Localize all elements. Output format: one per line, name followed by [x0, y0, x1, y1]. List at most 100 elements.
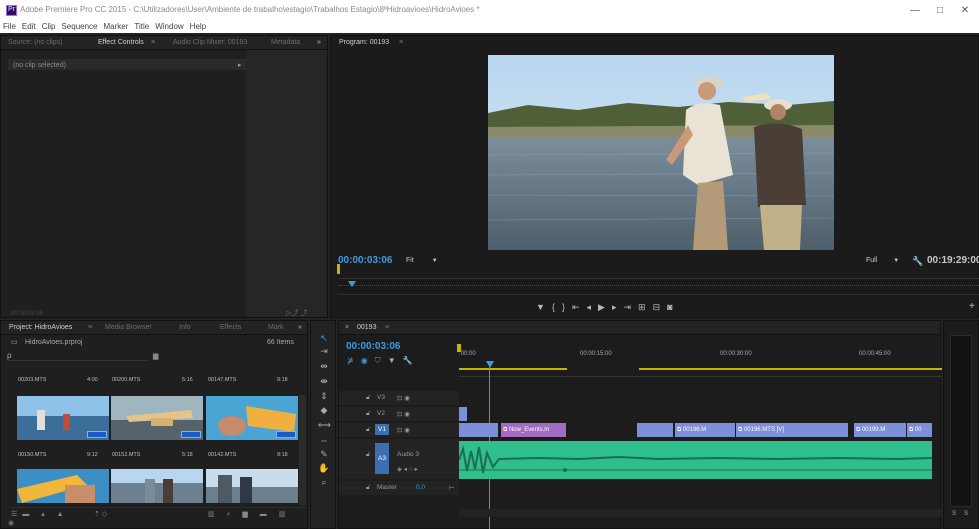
video-clip[interactable]: ⧉ 00196.M — [675, 423, 735, 437]
video-clip[interactable] — [459, 407, 467, 421]
tab-metadata[interactable]: Metadata — [271, 39, 300, 46]
tab-effect-controls[interactable]: Effect Controls — [98, 39, 144, 46]
rate-stretch-tool-icon[interactable]: ⇕ — [318, 391, 330, 402]
menu-edit[interactable]: Edit — [19, 21, 39, 33]
timeline-ruler[interactable] — [459, 337, 942, 377]
mark-in-icon[interactable]: { — [552, 302, 562, 312]
add-marker-icon[interactable]: ▼ — [536, 302, 552, 312]
clip-thumbnail[interactable] — [17, 469, 109, 503]
video-clip[interactable] — [637, 423, 673, 437]
step-forward-icon[interactable]: ▸ — [612, 302, 624, 312]
work-area-bar[interactable] — [639, 368, 942, 370]
clip-thumbnail[interactable] — [111, 396, 203, 440]
selection-tool-icon[interactable]: ↖ — [318, 333, 330, 344]
extract-icon[interactable]: ⊟ — [653, 302, 668, 312]
add-marker-icon[interactable]: ⛉ — [375, 356, 388, 365]
project-overflow-icon[interactable]: » — [298, 324, 302, 331]
tab-program[interactable]: Program: 00193 — [339, 39, 389, 46]
fit-dropdown[interactable]: Fit ▼ — [406, 257, 438, 264]
lock-icon[interactable]: 🔓︎ — [366, 394, 370, 402]
play-icon[interactable]: ▶ — [598, 302, 612, 312]
tab-audio-clip-mixer[interactable]: Audio Clip Mixer: 00193 — [173, 39, 247, 46]
clip-thumbnail[interactable] — [206, 469, 298, 503]
tab-sequence[interactable]: 00193 — [357, 324, 376, 331]
panel-overflow-icon[interactable]: » — [317, 39, 321, 46]
minimize-button[interactable]: — — [906, 4, 924, 17]
menu-file[interactable]: File — [0, 21, 19, 33]
resolution-dropdown[interactable]: Full ▼ — [866, 257, 899, 264]
hand-tool-icon[interactable]: ✋ — [318, 463, 330, 474]
video-clip[interactable]: ⧉ 00 — [907, 423, 932, 437]
button-editor-plus[interactable]: + — [969, 301, 975, 312]
audio-track-target[interactable]: A3 — [375, 443, 389, 474]
project-scrollbar[interactable] — [299, 395, 306, 505]
razor-tool-icon[interactable]: ◆ — [318, 405, 330, 416]
close-button[interactable]: ✕ — [956, 4, 974, 17]
audio-clip[interactable] — [458, 441, 933, 479]
master-end-icon[interactable]: ⊢ — [449, 484, 455, 492]
track-toggle-icons[interactable]: ⊡ ◉ — [397, 394, 410, 402]
sort-icon[interactable]: ⇡ ◇ — [94, 510, 107, 518]
video-clip-nested[interactable]: ⧉ Now_Events.m — [501, 423, 566, 437]
menu-title[interactable]: Title — [131, 21, 152, 33]
pen-tool-icon[interactable]: ✎ — [318, 449, 330, 460]
playhead-icon[interactable] — [348, 281, 356, 287]
zoom-tool-icon[interactable]: ⌕ — [318, 477, 330, 488]
clip-thumbnail[interactable] — [17, 396, 109, 440]
lock-icon[interactable]: 🔓︎ — [366, 426, 370, 434]
video-clip[interactable] — [459, 423, 499, 437]
master-value[interactable]: 0,0 — [416, 484, 425, 491]
lock-icon[interactable]: 🔓︎ — [366, 451, 370, 459]
bin-actions-icons[interactable]: ▥ ⌕ ▆ ▬ ▥ — [208, 510, 290, 519]
timeline-menu-icon[interactable]: ≡ — [385, 324, 389, 331]
close-sequence-icon[interactable]: × — [345, 324, 349, 331]
menu-sequence[interactable]: Sequence — [58, 21, 100, 33]
track-toggle-icons[interactable]: ⊡ ◉ — [397, 410, 410, 418]
menu-clip[interactable]: Clip — [39, 21, 59, 33]
tab-media-browser[interactable]: Media Browser — [105, 324, 152, 331]
menu-marker[interactable]: Marker — [101, 21, 132, 33]
clip-thumbnail[interactable] — [206, 396, 298, 440]
lock-icon[interactable]: 🔓︎ — [366, 484, 370, 492]
video-clip[interactable]: ⧉ 00196.MTS [V] — [736, 423, 848, 437]
timeline-timecode[interactable]: 00:00:03:06 — [346, 341, 400, 352]
filter-icon[interactable]: ▷⤴ ⤴ — [286, 308, 307, 318]
go-to-in-icon[interactable]: ⇤ — [572, 302, 587, 312]
new-bin-icon[interactable]: ▆ — [153, 352, 158, 360]
step-back-icon[interactable]: ◂ — [587, 302, 599, 312]
search-input[interactable]: ρ — [7, 351, 147, 361]
program-timecode[interactable]: 00:00:03:06 — [338, 255, 392, 266]
work-area-bar[interactable] — [459, 368, 567, 370]
solo-right[interactable]: S — [964, 511, 968, 517]
track-label[interactable]: V1 — [375, 424, 389, 435]
tab-source[interactable]: Source: (no clips) — [8, 39, 62, 46]
timeline-playhead-icon[interactable] — [486, 361, 494, 368]
tab-markers[interactable]: Mark — [268, 324, 284, 331]
clip-thumbnail[interactable] — [111, 469, 203, 503]
program-menu-icon[interactable]: ≡ — [399, 39, 403, 46]
timeline-scrollbar[interactable] — [459, 509, 942, 517]
maximize-button[interactable]: □ — [931, 4, 949, 17]
mark-out-icon[interactable]: } — [562, 302, 572, 312]
go-to-out-icon[interactable]: ⇥ — [623, 302, 638, 312]
tab-info[interactable]: Info — [179, 324, 191, 331]
export-frame-icon[interactable]: ◙ — [667, 302, 679, 312]
view-toggle-icons[interactable]: ☰▬ ▴ ▲ — [11, 510, 69, 518]
track-toggle-icons[interactable]: ⊡ ◉ — [397, 426, 410, 434]
menu-help[interactable]: Help — [187, 21, 209, 33]
linked-selection-icon[interactable]: ◉ — [361, 356, 375, 365]
solo-left[interactable]: S — [952, 511, 956, 517]
menu-window[interactable]: Window — [152, 21, 186, 33]
snap-icon[interactable]: ⋡ — [347, 356, 361, 365]
ripple-edit-tool-icon[interactable]: ⇹ — [318, 361, 330, 372]
tab-effects[interactable]: Effects — [220, 324, 241, 331]
wrench-icon[interactable]: 🔧 — [912, 256, 923, 267]
zoom-scrollbar[interactable] — [339, 294, 979, 298]
slide-tool-icon[interactable]: ⇔ — [318, 435, 330, 445]
marker-icon[interactable]: ▼ — [388, 356, 403, 365]
lock-icon[interactable]: 🔓︎ — [366, 410, 370, 418]
expand-arrow-icon[interactable]: ▸ — [238, 61, 242, 69]
settings-wrench-icon[interactable]: 🔧 — [403, 356, 420, 365]
project-menu-icon[interactable]: ≡ — [88, 324, 92, 331]
program-video-frame[interactable] — [488, 55, 834, 250]
